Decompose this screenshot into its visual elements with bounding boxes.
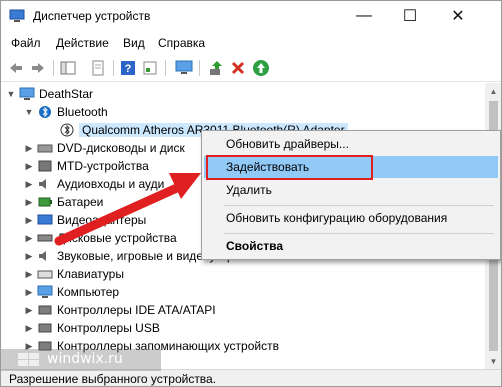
device-manager-window: Диспетчер устройств — ☐ ✕ Файл Действие … <box>0 0 502 387</box>
annotation-highlight-box <box>206 155 373 180</box>
menu-item-label: Удалить <box>226 183 272 197</box>
context-menu: Обновить драйверы... Задействовать Удали… <box>201 130 501 260</box>
menu-separator <box>224 233 494 234</box>
menu-item-label: Свойства <box>226 239 284 253</box>
menu-properties[interactable]: Свойства <box>204 235 498 257</box>
menu-separator <box>224 205 494 206</box>
menu-scan-hardware[interactable]: Обновить конфигурацию оборудования <box>204 207 498 229</box>
menu-item-label: Обновить драйверы... <box>226 137 349 151</box>
menu-uninstall[interactable]: Удалить <box>204 179 498 201</box>
menu-update-drivers[interactable]: Обновить драйверы... <box>204 133 498 155</box>
menu-item-label: Обновить конфигурацию оборудования <box>226 211 448 225</box>
